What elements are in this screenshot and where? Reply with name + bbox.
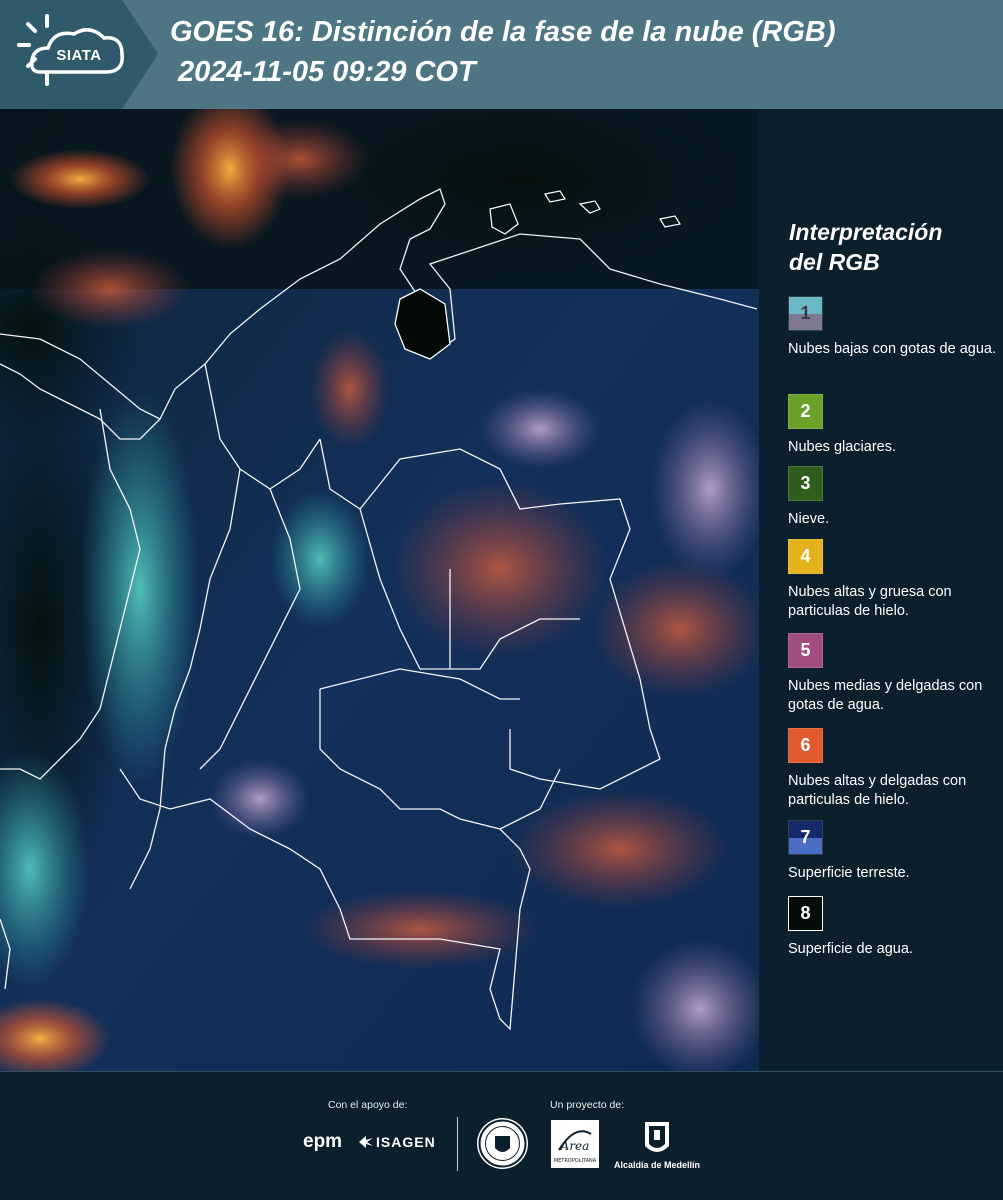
legend-item-7: 7 Superficie terreste.	[788, 820, 998, 883]
isagen-icon	[359, 1136, 373, 1148]
medellin-crest-icon	[645, 1122, 669, 1152]
university-seal-logo	[477, 1118, 528, 1169]
satellite-rgb-map-image	[0, 109, 759, 1071]
legend-number: 7	[800, 827, 811, 847]
legend-item-2: 2 Nubes glaciares.	[788, 394, 998, 457]
area-text: Área	[560, 1138, 590, 1153]
legend-item-5: 5 Nubes medias y delgadas con gotas de ag…	[788, 633, 998, 715]
legend-swatch: 5	[788, 633, 823, 668]
legend-title: Interpretación del RGB	[789, 217, 989, 277]
header-banner: SIATA GOES 16: Distinción de la fase de …	[0, 0, 1003, 109]
footer: Con el apoyo de: Un proyecto de: epm ISA…	[0, 1071, 1003, 1200]
siata-logo: SIATA	[0, 0, 160, 109]
logo-text: SIATA	[56, 47, 102, 64]
legend-item-3: 3 Nieve.	[788, 466, 998, 529]
legend-number: 4	[800, 546, 811, 566]
isagen-text: ISAGEN	[376, 1134, 436, 1150]
legend-swatch: 3	[788, 466, 823, 501]
legend-swatch: 7	[788, 820, 823, 855]
legend-number: 1	[800, 303, 811, 323]
legend-item-4: 4 Nubes altas y gruesa con particulas de …	[788, 539, 998, 621]
legend-number: 2	[800, 401, 811, 421]
epm-logo: epm	[303, 1131, 343, 1152]
satellite-map	[0, 109, 759, 1071]
legend-item-1: 1 Nubes bajas con gotas de agua.	[788, 296, 998, 359]
legend-panel: Interpretación del RGB 1 Nubes bajas con …	[760, 109, 1003, 1071]
legend-label: Superficie terreste.	[788, 865, 910, 881]
footer-divider	[457, 1117, 458, 1171]
project-label: Un proyecto de:	[550, 1099, 625, 1111]
legend-title-line1: Interpretación	[789, 219, 943, 245]
area-subtext: METROPOLITANA	[554, 1158, 597, 1164]
legend-number: 5	[800, 640, 811, 660]
page-title: GOES 16: Distinción de la fase de la nub…	[170, 16, 836, 48]
legend-swatch: 1	[788, 296, 823, 331]
legend-swatch: 4	[788, 539, 823, 574]
legend-label: Superficie de agua.	[788, 941, 913, 957]
timestamp: 2024-11-05 09:29 COT	[178, 56, 476, 88]
legend-label: Nubes bajas con gotas de agua.	[788, 341, 996, 357]
support-label: Con el apoyo de:	[328, 1099, 408, 1111]
legend-number: 8	[800, 903, 811, 923]
alcaldia-medellin-logo: Alcaldía de Medellín	[612, 1118, 702, 1174]
legend-label: Nubes glaciares.	[788, 439, 896, 455]
legend-label: Nubes medias y delgadas con gotas de agu…	[788, 678, 983, 713]
legend-label: Nieve.	[788, 511, 830, 527]
legend-number: 6	[800, 735, 811, 755]
legend-swatch: 6	[788, 728, 823, 763]
legend-number: 3	[800, 473, 811, 493]
area-metropolitana-logo: Área METROPOLITANA	[551, 1120, 599, 1168]
legend-swatch: 2	[788, 394, 823, 429]
legend-title-line2: del RGB	[789, 249, 880, 275]
legend-item-6: 6 Nubes altas y delgadas con particulas d…	[788, 728, 998, 810]
legend-item-8: 8 Superficie de agua.	[788, 896, 998, 959]
legend-label: Nubes altas y delgadas con particulas de…	[788, 773, 967, 808]
isagen-logo: ISAGEN	[358, 1134, 436, 1150]
legend-label: Nubes altas y gruesa con particulas de h…	[788, 584, 952, 619]
legend-swatch: 8	[788, 896, 823, 931]
medellin-label: Alcaldía de Medellín	[613, 1160, 701, 1170]
